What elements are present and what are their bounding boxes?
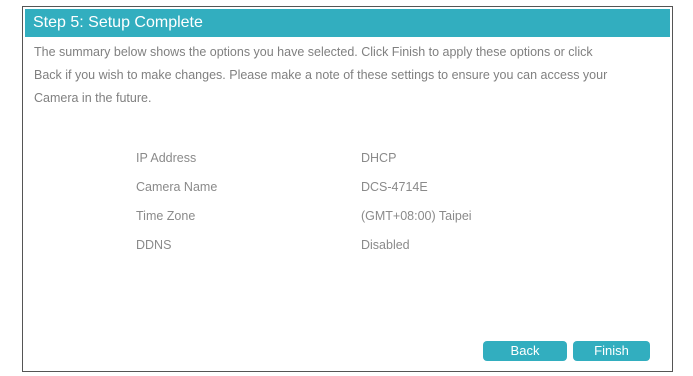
finish-button[interactable]: Finish (573, 341, 650, 361)
summary-value: DCS-4714E (361, 179, 428, 194)
back-button[interactable]: Back (483, 341, 567, 361)
summary-value: DHCP (361, 150, 397, 165)
summary-value: (GMT+08:00) Taipei (361, 208, 472, 223)
description-line: Back if you wish to make changes. Please… (34, 68, 608, 82)
settings-summary: IP Address DHCP Camera Name DCS-4714E Ti… (136, 143, 616, 259)
summary-label: Time Zone (136, 208, 196, 223)
summary-description: The summary below shows the options you … (34, 41, 666, 110)
summary-row-ip-address: IP Address DHCP (136, 143, 616, 172)
summary-row-ddns: DDNS Disabled (136, 230, 616, 259)
description-line: Camera in the future. (34, 91, 152, 105)
summary-label: Camera Name (136, 179, 218, 194)
summary-value: Disabled (361, 237, 410, 252)
step-title: Step 5: Setup Complete (25, 9, 670, 37)
summary-label: IP Address (136, 150, 197, 165)
summary-label: DDNS (136, 237, 172, 252)
summary-row-time-zone: Time Zone (GMT+08:00) Taipei (136, 201, 616, 230)
wizard-buttons: Back Finish (483, 341, 650, 361)
summary-row-camera-name: Camera Name DCS-4714E (136, 172, 616, 201)
setup-wizard-panel: Step 5: Setup Complete The summary below… (22, 6, 673, 372)
description-line: The summary below shows the options you … (34, 45, 593, 59)
